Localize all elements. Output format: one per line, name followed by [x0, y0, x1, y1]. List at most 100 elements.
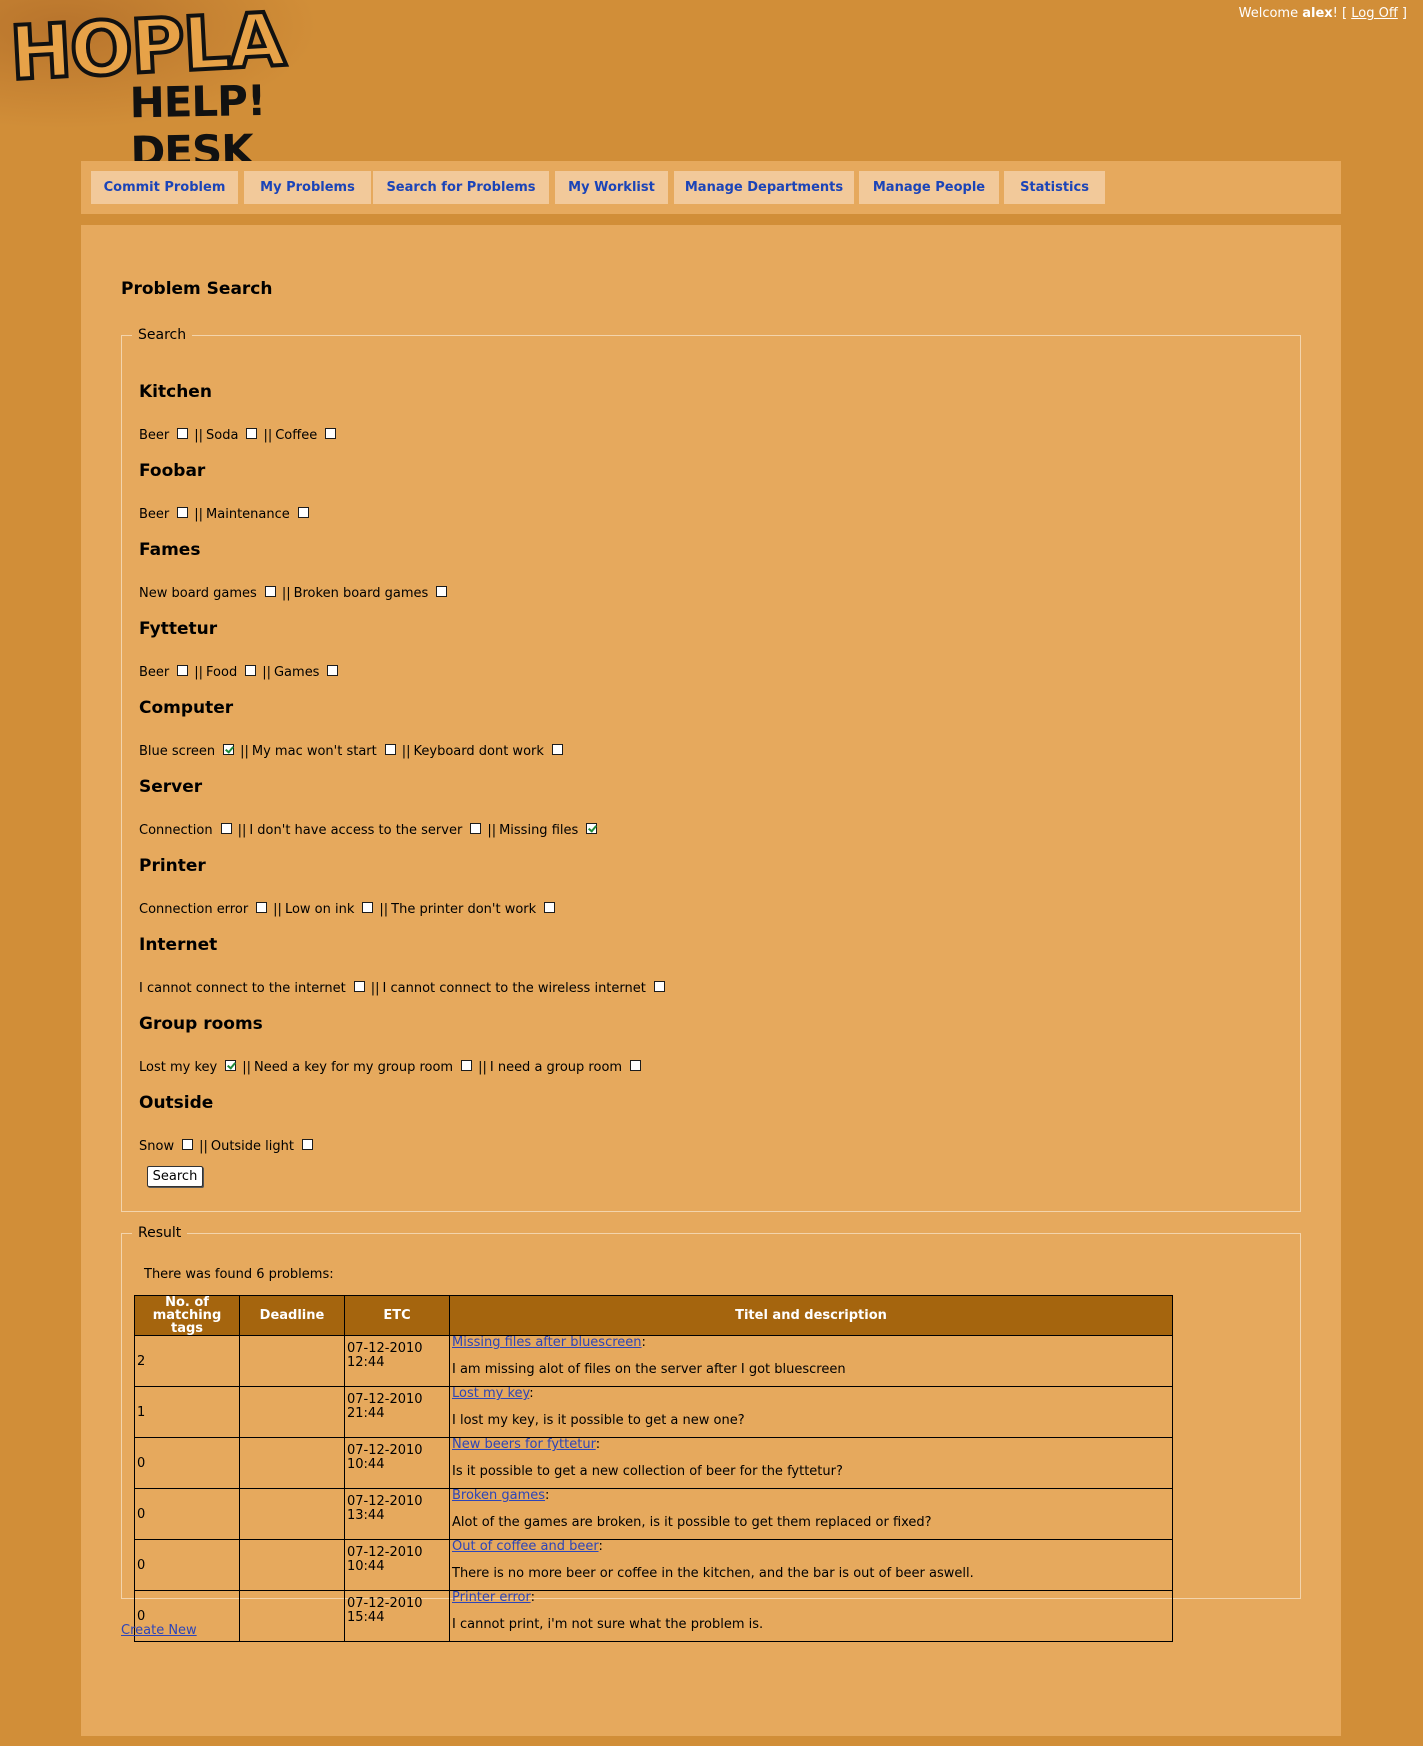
- tag-checkbox[interactable]: [551, 744, 563, 755]
- problem-title-link[interactable]: New beers for fyttetur: [452, 1437, 596, 1452]
- cell-matching-tags: 0: [134, 1488, 240, 1540]
- tag-row: I cannot connect to the internet || I cann…: [139, 981, 665, 996]
- tag-checkbox[interactable]: [177, 507, 189, 518]
- cell-deadline: [239, 1539, 345, 1591]
- tag-row: Beer || Food || Games: [139, 665, 339, 680]
- tag-option: Broken board games: [294, 586, 448, 601]
- tag-option: Coffee: [275, 428, 337, 443]
- tag-label: Connection: [139, 823, 213, 838]
- search-fieldset: Search: [121, 327, 1301, 1212]
- menu-statistics[interactable]: Statistics: [1004, 171, 1105, 204]
- tag-label: I cannot connect to the wireless interne…: [382, 981, 646, 996]
- tag-checkbox[interactable]: [297, 507, 309, 518]
- tag-checkbox[interactable]: [182, 1139, 194, 1150]
- tag-label: Blue screen: [139, 744, 216, 759]
- search-legend: Search: [138, 327, 187, 343]
- tag-checkbox[interactable]: [223, 744, 235, 755]
- problem-description: I cannot print, i'm not sure what the pr…: [452, 1617, 764, 1632]
- tag-checkbox[interactable]: [436, 586, 448, 597]
- tag-label: Beer: [139, 428, 170, 443]
- menu-manage-people[interactable]: Manage People: [859, 171, 999, 204]
- etc-date: 07-12-2010: [347, 1392, 423, 1407]
- tag-checkbox[interactable]: [225, 1060, 237, 1071]
- problem-title-link[interactable]: Printer error: [452, 1590, 531, 1605]
- etc-date: 07-12-2010: [347, 1545, 423, 1560]
- tag-option: Maintenance: [206, 507, 309, 522]
- main-menu: Commit Problem My Problems Search for Pr…: [81, 161, 1341, 214]
- cell-title-description: New beers for fyttetur: Is it possible to…: [449, 1437, 1173, 1489]
- tag-label: The printer don't work: [391, 902, 537, 917]
- tag-option: Lost my key: [139, 1060, 237, 1075]
- tag-checkbox[interactable]: [245, 665, 257, 676]
- problem-title-link[interactable]: Out of coffee and beer: [452, 1539, 599, 1554]
- menu-my-problems[interactable]: My Problems: [244, 171, 371, 204]
- tag-checkbox[interactable]: [470, 823, 482, 834]
- menu-manage-departments[interactable]: Manage Departments: [674, 171, 854, 204]
- tag-separator: ||: [194, 428, 204, 443]
- tag-checkbox[interactable]: [362, 902, 374, 913]
- create-new-link[interactable]: Create New: [121, 1623, 197, 1638]
- menu-search-for-problems[interactable]: Search for Problems: [373, 171, 549, 204]
- tag-option: Connection: [139, 823, 232, 838]
- tag-checkbox[interactable]: [302, 1139, 313, 1150]
- result-count-text: There was found 6 problems:: [144, 1267, 334, 1282]
- tag-checkbox[interactable]: [544, 902, 556, 913]
- tag-checkbox[interactable]: [630, 1060, 642, 1071]
- tag-label: Maintenance: [206, 507, 290, 522]
- tag-checkbox[interactable]: [327, 665, 339, 676]
- tag-label: Need a key for my group room: [253, 1060, 454, 1075]
- results-body: 2 07-12-2010 12:44 Missing files after blue…: [134, 1335, 1173, 1642]
- logoff-link[interactable]: Log Off: [1351, 6, 1398, 21]
- cell-etc: 07-12-2010 12:44: [344, 1335, 450, 1387]
- tag-option: I cannot connect to the wireless interne…: [383, 981, 665, 996]
- problem-title-link[interactable]: Broken games: [452, 1488, 545, 1503]
- tag-separator: ||: [240, 744, 249, 759]
- cell-deadline: [239, 1488, 345, 1540]
- cell-matching-tags: 1: [134, 1386, 240, 1438]
- tag-option: I cannot connect to the internet: [139, 981, 365, 996]
- menu-commit-problem[interactable]: Commit Problem: [91, 171, 238, 204]
- tag-checkbox[interactable]: [177, 665, 189, 676]
- tag-checkbox[interactable]: [256, 902, 268, 913]
- category-heading: Kitchen: [139, 382, 212, 402]
- cell-matching-tags: 0: [134, 1437, 240, 1489]
- tag-checkbox[interactable]: [461, 1060, 473, 1071]
- tag-checkbox[interactable]: [325, 428, 337, 439]
- table-row: 2 07-12-2010 12:44 Missing files after blue…: [134, 1335, 1173, 1387]
- tag-row: Beer || Soda || Coffee: [139, 428, 337, 443]
- category-heading: Internet: [139, 935, 218, 955]
- menu-my-worklist[interactable]: My Worklist: [555, 171, 668, 204]
- cell-etc: 07-12-2010 10:44: [344, 1437, 450, 1489]
- tag-label: Missing files: [499, 823, 579, 838]
- tag-separator: ||: [273, 902, 282, 917]
- tag-option: Games: [274, 665, 339, 680]
- tag-row: Beer || Maintenance: [139, 507, 309, 522]
- tag-checkbox[interactable]: [246, 428, 258, 439]
- page-title: Problem Search: [121, 279, 273, 299]
- tag-checkbox[interactable]: [384, 744, 396, 755]
- tag-checkbox[interactable]: [220, 823, 232, 834]
- tag-checkbox[interactable]: [353, 981, 365, 992]
- category-heading: Server: [139, 777, 203, 797]
- tag-checkbox[interactable]: [177, 428, 189, 439]
- tag-checkbox[interactable]: [264, 586, 276, 597]
- tag-label: Connection error: [139, 902, 249, 917]
- tag-checkbox[interactable]: [653, 981, 665, 992]
- tag-row: New board games || Broken board games: [139, 586, 448, 601]
- tag-checkbox[interactable]: [586, 823, 598, 834]
- problem-title-link[interactable]: Missing files after bluescreen: [452, 1335, 642, 1350]
- cell-deadline: [239, 1386, 345, 1438]
- problem-title-link[interactable]: Lost my key: [452, 1386, 529, 1401]
- table-row: 0 07-12-2010 10:44 Out of coffee and beer: T…: [134, 1539, 1173, 1591]
- tag-label: New board games: [139, 586, 257, 601]
- tag-label: Broken board games: [293, 586, 429, 601]
- cell-matching-tags: 2: [134, 1335, 240, 1387]
- tag-label: Lost my key: [139, 1060, 218, 1075]
- tag-option: Outside light: [211, 1139, 313, 1154]
- results-table: No. of matching tags Deadline ETC Titel …: [134, 1295, 1173, 1642]
- welcome-message: Welcome alex! [ Log Off ]: [1239, 6, 1407, 21]
- tag-option: Connection error: [139, 902, 268, 917]
- tag-separator: ||: [194, 665, 204, 680]
- search-button[interactable]: Search: [147, 1166, 203, 1187]
- tag-separator: ||: [242, 1060, 251, 1075]
